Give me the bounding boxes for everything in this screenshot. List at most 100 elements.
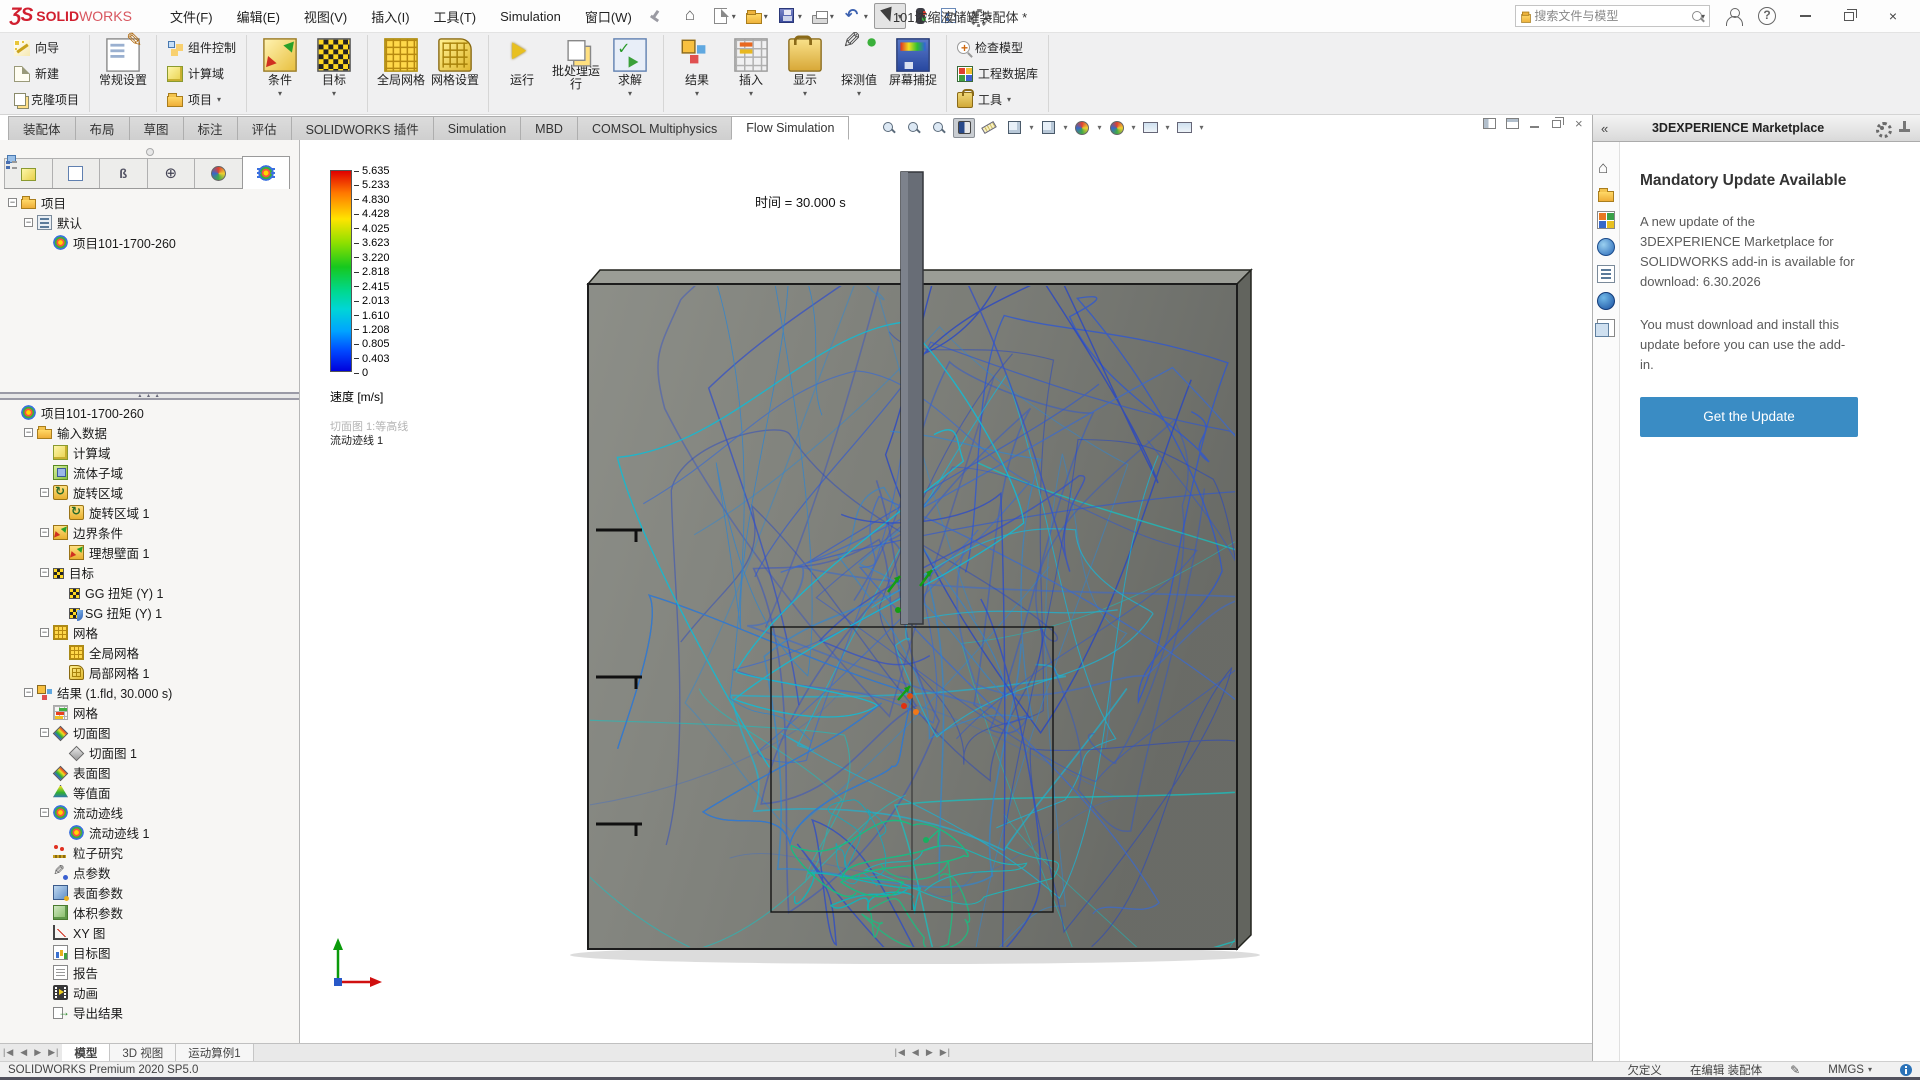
dropdown-icon[interactable]: ▾ — [1063, 123, 1067, 132]
dropdown-icon[interactable]: ▾ — [803, 87, 807, 100]
dropdown-icon[interactable]: ▾ — [278, 87, 282, 100]
menu-工具(T)[interactable]: 工具(T) — [422, 0, 489, 33]
layers-icon[interactable] — [1595, 319, 1615, 337]
tree-item[interactable]: − 项目 — [2, 192, 297, 212]
search-icon[interactable] — [1691, 10, 1702, 23]
propertymanager-tab[interactable] — [51, 158, 100, 188]
dropdown-icon[interactable]: ▾ — [1132, 123, 1136, 132]
sphere-icon[interactable] — [1597, 292, 1615, 310]
tree-item[interactable]: 报告 — [2, 962, 297, 982]
print-button[interactable]: ▾ — [808, 3, 838, 29]
folder-icon[interactable] — [1598, 188, 1614, 202]
tab-COMSOL Multiphysics[interactable]: COMSOL Multiphysics — [576, 116, 733, 140]
tree-item[interactable]: 表面参数 — [2, 882, 297, 902]
menu-编辑(E)[interactable]: 编辑(E) — [225, 0, 292, 33]
tree-item[interactable]: 目标图 — [2, 942, 297, 962]
expand-toggle[interactable]: − — [40, 487, 49, 497]
home-button[interactable] — [680, 3, 706, 29]
zoom-area-button[interactable] — [903, 118, 925, 138]
tree-item[interactable]: 流动迹线 1 — [2, 822, 297, 842]
tab-标注[interactable]: 标注 — [182, 116, 238, 140]
向导-button[interactable]: 向导 — [10, 38, 83, 57]
显示-button[interactable]: 显示 ▾ — [778, 35, 832, 112]
doc-tab-运动算例1[interactable]: 运动算例1 — [176, 1044, 254, 1061]
tab-MBD[interactable]: MBD — [520, 116, 578, 140]
search-input[interactable] — [1532, 8, 1692, 24]
options-button[interactable]: ▾ — [964, 3, 996, 29]
menu-窗口(W)[interactable]: 窗口(W) — [573, 0, 644, 33]
search-box[interactable]: ▾ — [1515, 5, 1710, 27]
home-icon[interactable] — [1597, 158, 1615, 178]
login-user-icon[interactable] — [1724, 6, 1744, 26]
close-button[interactable]: × — [1878, 4, 1908, 28]
tree-item[interactable]: GG 扭矩 (Y) 1 — [2, 582, 297, 602]
expand-toggle[interactable]: − — [40, 627, 49, 637]
dropdown-icon[interactable]: ▾ — [1166, 123, 1170, 132]
apply-scene-button[interactable] — [1140, 118, 1162, 138]
项目-button[interactable]: 项目 ▾ — [163, 90, 240, 109]
tree-item[interactable]: 全局网格 — [2, 642, 297, 662]
克隆项目-button[interactable]: 克隆项目 — [10, 90, 83, 109]
tree-item[interactable]: 局部网格 1 — [2, 662, 297, 682]
pane-splitter-arrow[interactable]: |◀ — [892, 1044, 909, 1061]
tree-item[interactable]: 动画 — [2, 982, 297, 1002]
status-info-icon[interactable] — [1900, 1063, 1912, 1076]
new-document-button[interactable]: ▾ — [708, 3, 740, 29]
tree-item[interactable]: − 流动迹线 — [2, 802, 297, 822]
doc-tab-模型[interactable]: 模型 — [62, 1044, 111, 1061]
检查模型-button[interactable]: 检查模型 — [953, 38, 1042, 57]
edit-appearance-button[interactable] — [1106, 118, 1128, 138]
expand-toggle[interactable]: − — [24, 427, 33, 437]
pane-settings-gear-icon[interactable] — [1874, 120, 1892, 138]
tree-item[interactable]: − 输入数据 — [2, 422, 297, 442]
探测值-button[interactable]: 探测值▾ — [832, 35, 886, 112]
help-icon[interactable]: ? — [1758, 7, 1776, 25]
dropdown-icon[interactable]: ▾ — [749, 87, 753, 100]
expand-pane-icon[interactable]: « — [1601, 121, 1608, 136]
tab-布局[interactable]: 布局 — [74, 116, 130, 140]
pin-menu-icon[interactable] — [648, 9, 662, 23]
dropdown-icon[interactable]: ▾ — [1007, 95, 1011, 104]
tree-item[interactable]: 项目101-1700-260 — [2, 402, 297, 422]
hide-show-items-button[interactable] — [1071, 118, 1093, 138]
restore-button[interactable] — [1834, 4, 1864, 28]
rebuild-button[interactable] — [908, 3, 934, 29]
tree-item[interactable]: SG 扭矩 (Y) 1 — [2, 602, 297, 622]
pane-splitter-arrow[interactable]: ▶ — [923, 1044, 937, 1061]
tree-item[interactable]: 计算域 — [2, 442, 297, 462]
split-pane-icon[interactable] — [1506, 118, 1519, 129]
tree-item[interactable]: 粒子研究 — [2, 842, 297, 862]
tab-草图[interactable]: 草图 — [128, 116, 184, 140]
doc-tab-3D 视图[interactable]: 3D 视图 — [110, 1044, 177, 1061]
tab-nav-arrow[interactable]: ▶ — [31, 1044, 45, 1061]
dropdown-icon[interactable]: ▾ — [628, 87, 632, 100]
marketplace-grid-icon[interactable] — [1597, 211, 1615, 229]
tree-item[interactable]: − 切面图 — [2, 722, 297, 742]
全局网格-button[interactable]: 全局网格 — [374, 35, 428, 112]
expand-toggle[interactable]: − — [8, 197, 17, 207]
tab-SOLIDWORKS 插件[interactable]: SOLIDWORKS 插件 — [290, 116, 434, 140]
tree-item[interactable]: XY 图 — [2, 922, 297, 942]
globe-icon[interactable] — [1597, 238, 1615, 256]
tab-Flow Simulation[interactable]: Flow Simulation — [731, 116, 850, 140]
插入-button[interactable]: 插入 ▾ — [724, 35, 778, 112]
tree-item[interactable]: 体积参数 — [2, 902, 297, 922]
display-style-button[interactable] — [1037, 118, 1059, 138]
新建-button[interactable]: 新建 — [10, 64, 83, 83]
tab-nav-arrow[interactable]: ▶| — [45, 1044, 62, 1061]
expand-toggle[interactable]: − — [40, 727, 49, 737]
tree-item[interactable]: 导出结果 — [2, 1002, 297, 1022]
expand-toggle[interactable]: − — [24, 687, 33, 697]
menu-视图(V)[interactable]: 视图(V) — [292, 0, 359, 33]
expand-toggle[interactable]: − — [40, 807, 49, 817]
工程数据库-button[interactable]: 工程数据库 — [953, 64, 1042, 83]
tree-item[interactable]: 网格 — [2, 702, 297, 722]
tree-item[interactable]: − 旋转区域 — [2, 482, 297, 502]
expand-toggle[interactable]: − — [40, 527, 49, 537]
save-button[interactable]: ▾ — [774, 3, 806, 29]
tab-Simulation[interactable]: Simulation — [432, 116, 522, 140]
dropdown-icon[interactable]: ▾ — [217, 95, 221, 104]
网格设置-button[interactable]: 网格设置 — [428, 35, 482, 112]
flow-simulation-tab[interactable] — [241, 156, 290, 189]
graphics-viewport[interactable]: 5.635 5.233 4.830 4.428 4.025 3.623 3.220 2.818… — [300, 140, 1592, 1043]
